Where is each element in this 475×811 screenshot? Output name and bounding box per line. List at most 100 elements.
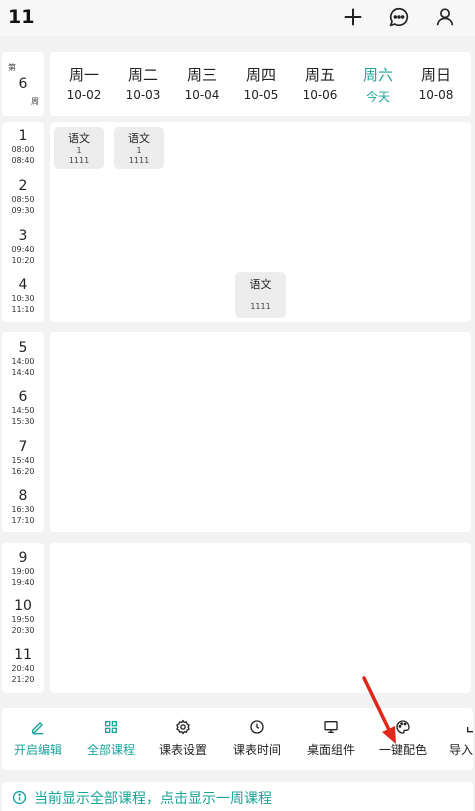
afternoon-grid[interactable] (50, 332, 471, 532)
period-end: 15:30 (11, 417, 35, 426)
day-column-header: 周一 10-02 (55, 64, 113, 102)
day-column-header: 周五 10-06 (291, 64, 349, 102)
day-date: 10-06 (302, 88, 338, 102)
week-number: 6 (18, 76, 28, 92)
period-start: 08:00 (11, 145, 35, 154)
start-edit-button[interactable]: 开启编辑 (2, 708, 74, 770)
import-icon (467, 727, 473, 733)
day-date: 10-05 (243, 88, 279, 102)
course-name: 语文 (128, 132, 150, 145)
period-start: 09:40 (11, 245, 35, 254)
week-prefix: 第 (8, 63, 16, 72)
display-mode-banner[interactable]: 当前显示全部课程，点击显示一周课程 (2, 782, 473, 811)
message-icon[interactable] (386, 4, 412, 30)
period-11: 11 20:40 21:20 (2, 647, 44, 685)
monitor-icon (324, 721, 338, 733)
period-2: 2 08:50 09:30 (2, 178, 44, 216)
period-number: 11 (14, 647, 32, 663)
gear-icon (176, 719, 190, 735)
period-start: 08:50 (11, 195, 35, 204)
period-number: 10 (14, 598, 32, 614)
period-9: 9 19:00 19:40 (2, 550, 44, 588)
tool-label: 导入 (449, 743, 473, 757)
info-icon (12, 790, 27, 805)
desktop-widget-button[interactable]: 桌面组件 (298, 708, 364, 770)
course-room: 1 (136, 146, 142, 155)
period-end: 19:40 (11, 578, 35, 587)
period-1: 1 08:00 08:40 (2, 128, 44, 166)
period-end: 16:20 (11, 467, 35, 476)
period-5: 5 14:00 14:40 (2, 340, 44, 378)
course-card[interactable]: 语文 1111 (235, 272, 286, 318)
course-teacher: 1111 (68, 156, 90, 165)
day-date: 10-04 (184, 88, 220, 102)
plus-icon[interactable] (340, 4, 366, 30)
period-10: 10 19:50 20:30 (2, 598, 44, 636)
period-number: 5 (18, 340, 28, 356)
course-teacher: 1111 (250, 302, 271, 311)
day-column-header-today: 周六 今天 (349, 64, 407, 105)
tool-label: 桌面组件 (306, 743, 355, 757)
day-date: 10-08 (418, 88, 454, 102)
course-room (235, 292, 286, 302)
day-name: 周四 (245, 66, 276, 84)
period-start: 15:40 (11, 456, 35, 465)
tool-label: 课表设置 (158, 743, 207, 757)
course-card[interactable]: 语文 1 1111 (114, 127, 164, 169)
top-bar: 11 (0, 0, 475, 36)
day-name: 周一 (68, 66, 99, 84)
day-column-header: 周日 10-08 (407, 64, 465, 102)
period-3: 3 09:40 10:20 (2, 228, 44, 266)
morning-grid[interactable]: 语文 1 1111 语文 1 1111 语文 1111 (50, 122, 471, 322)
afternoon-periods: 5 14:00 14:40 6 14:50 15:30 7 15:40 16:20 8 16:… (2, 332, 44, 532)
period-number: 1 (18, 128, 28, 144)
period-end: 17:10 (11, 516, 35, 525)
tool-label: 课表时间 (232, 743, 281, 757)
pencil-icon (32, 722, 44, 735)
user-icon[interactable] (432, 4, 458, 30)
schedule-time-button[interactable]: 课表时间 (224, 708, 290, 770)
period-number: 3 (18, 228, 28, 244)
period-start: 10:30 (11, 294, 35, 303)
week-indicator[interactable]: 第 6 周 (2, 52, 44, 116)
period-start: 19:00 (11, 567, 35, 576)
day-column-header: 周四 10-05 (232, 64, 290, 102)
day-date: 10-03 (125, 88, 161, 102)
day-date: 10-02 (66, 88, 102, 102)
tool-label: 开启编辑 (13, 743, 62, 757)
period-end: 10:20 (11, 256, 35, 265)
week-suffix: 周 (31, 97, 39, 106)
day-column-header: 周二 10-03 (114, 64, 172, 102)
today-label: 今天 (365, 90, 390, 104)
course-name: 语文 (249, 278, 272, 291)
tool-label: 全部课程 (86, 743, 135, 757)
schedule-settings-button[interactable]: 课表设置 (150, 708, 216, 770)
day-name: 周三 (186, 66, 217, 84)
period-7: 7 15:40 16:20 (2, 439, 44, 477)
period-end: 09:30 (11, 206, 35, 215)
period-number: 4 (18, 277, 28, 293)
evening-periods: 9 19:00 19:40 10 19:50 20:30 11 20:40 21:20 (2, 543, 44, 693)
period-end: 21:20 (11, 675, 35, 684)
period-start: 19:50 (11, 615, 35, 624)
period-6: 6 14:50 15:30 (2, 389, 44, 427)
period-number: 6 (18, 389, 28, 405)
period-number: 7 (18, 439, 28, 455)
all-courses-button[interactable]: 全部课程 (78, 708, 144, 770)
day-name: 周二 (127, 66, 158, 84)
period-start: 16:30 (11, 505, 35, 514)
bottom-toolbar: 开启编辑 全部课程 课表设置 课表时间 桌面组件 一键配色 导入 (2, 708, 473, 770)
day-name: 周日 (420, 66, 451, 84)
grid-icon (105, 721, 117, 733)
day-name: 周六 (362, 66, 393, 84)
banner-text: 当前显示全部课程，点击显示一周课程 (34, 791, 272, 807)
period-end: 11:10 (11, 305, 35, 314)
clock-icon (250, 720, 264, 734)
course-card[interactable]: 语文 1 1111 (54, 127, 104, 169)
period-end: 20:30 (11, 626, 35, 635)
period-start: 14:50 (11, 406, 35, 415)
evening-grid[interactable] (50, 543, 471, 693)
period-start: 14:00 (11, 357, 35, 366)
period-end: 14:40 (11, 368, 35, 377)
import-button[interactable]: 导入 (443, 708, 473, 770)
